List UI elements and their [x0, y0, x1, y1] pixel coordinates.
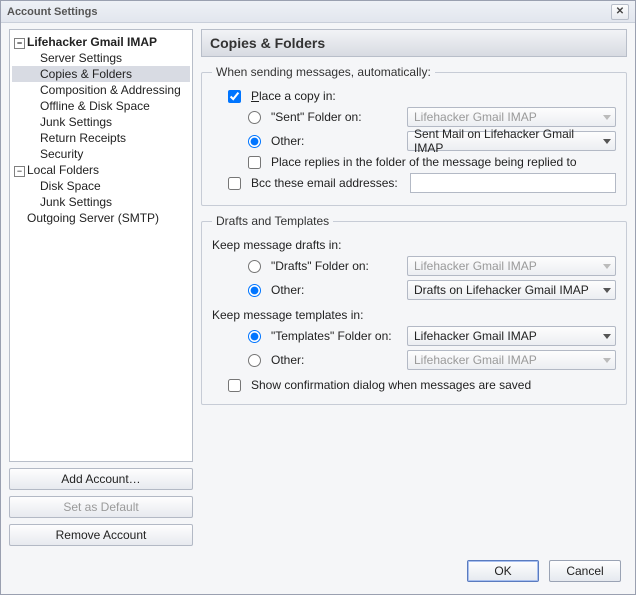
place-replies-checkbox[interactable] [248, 156, 261, 169]
accounts-tree[interactable]: −Lifehacker Gmail IMAPServer SettingsCop… [9, 29, 193, 462]
bcc-checkbox[interactable] [228, 177, 241, 190]
chevron-down-icon [603, 264, 611, 269]
right-column: Copies & Folders When sending messages, … [201, 29, 627, 546]
bcc-input[interactable] [410, 173, 616, 193]
sending-group: When sending messages, automatically: Pl… [201, 65, 627, 206]
tree-item[interactable]: Composition & Addressing [12, 82, 190, 98]
sending-legend: When sending messages, automatically: [212, 65, 435, 79]
tree-account-label: Outgoing Server (SMTP) [27, 211, 159, 225]
templates-other-select: Lifehacker Gmail IMAP [407, 350, 616, 370]
tree-account[interactable]: −Lifehacker Gmail IMAP [12, 34, 190, 50]
tree-item[interactable]: Offline & Disk Space [12, 98, 190, 114]
ok-button[interactable]: OK [467, 560, 539, 582]
tree-account-label: Lifehacker Gmail IMAP [27, 35, 157, 49]
drafts-legend: Drafts and Templates [212, 214, 333, 228]
expander-icon[interactable]: − [14, 38, 25, 49]
drafts-folder-select: Lifehacker Gmail IMAP [407, 256, 616, 276]
chevron-down-icon [603, 139, 611, 144]
footer: OK Cancel [1, 554, 635, 594]
tree-item[interactable]: Copies & Folders [12, 66, 190, 82]
account-settings-window: Account Settings ✕ −Lifehacker Gmail IMA… [0, 0, 636, 595]
titlebar: Account Settings ✕ [1, 1, 635, 23]
templates-folder-select[interactable]: Lifehacker Gmail IMAP [407, 326, 616, 346]
keep-drafts-label: Keep message drafts in: [212, 236, 616, 254]
cancel-button[interactable]: Cancel [549, 560, 621, 582]
sent-other-label: Other: [271, 134, 401, 148]
show-confirm-checkbox[interactable] [228, 379, 241, 392]
bcc-label: Bcc these email addresses: [251, 176, 398, 190]
sent-other-radio[interactable] [248, 135, 261, 148]
place-replies-label: Place replies in the folder of the messa… [271, 155, 577, 169]
set-default-button: Set as Default [9, 496, 193, 518]
drafts-other-label: Other: [271, 283, 401, 297]
drafts-other-radio[interactable] [248, 284, 261, 297]
drafts-other-select[interactable]: Drafts on Lifehacker Gmail IMAP [407, 280, 616, 300]
sent-folder-label: "Sent" Folder on: [271, 110, 401, 124]
place-copy-checkbox[interactable] [228, 90, 241, 103]
tree-item[interactable]: Security [12, 146, 190, 162]
chevron-down-icon [603, 115, 611, 120]
tree-account[interactable]: −Local Folders [12, 162, 190, 178]
templates-folder-label: "Templates" Folder on: [271, 329, 401, 343]
tree-account-label: Local Folders [27, 163, 99, 177]
tree-item[interactable]: Server Settings [12, 50, 190, 66]
show-confirm-label: Show confirmation dialog when messages a… [251, 378, 531, 392]
remove-account-button[interactable]: Remove Account [9, 524, 193, 546]
drafts-folder-radio[interactable] [248, 260, 261, 273]
page-title: Copies & Folders [201, 29, 627, 57]
left-column: −Lifehacker Gmail IMAPServer SettingsCop… [9, 29, 193, 546]
sent-folder-radio[interactable] [248, 111, 261, 124]
templates-folder-radio[interactable] [248, 330, 261, 343]
sent-folder-select: Lifehacker Gmail IMAP [407, 107, 616, 127]
add-account-button[interactable]: Add Account… [9, 468, 193, 490]
keep-templates-label: Keep message templates in: [212, 306, 616, 324]
chevron-down-icon [603, 334, 611, 339]
tree-item[interactable]: Disk Space [12, 178, 190, 194]
templates-other-radio[interactable] [248, 354, 261, 367]
tree-item[interactable]: Junk Settings [12, 194, 190, 210]
chevron-down-icon [603, 358, 611, 363]
close-icon[interactable]: ✕ [611, 4, 629, 20]
sent-other-select[interactable]: Sent Mail on Lifehacker Gmail IMAP [407, 131, 616, 151]
window-title: Account Settings [7, 6, 611, 18]
place-copy-label: Place a copy in: [251, 89, 336, 103]
expander-icon[interactable]: − [14, 166, 25, 177]
tree-account[interactable]: Outgoing Server (SMTP) [12, 210, 190, 226]
templates-other-label: Other: [271, 353, 401, 367]
drafts-group: Drafts and Templates Keep message drafts… [201, 214, 627, 405]
tree-item[interactable]: Return Receipts [12, 130, 190, 146]
chevron-down-icon [603, 288, 611, 293]
drafts-folder-label: "Drafts" Folder on: [271, 259, 401, 273]
tree-item[interactable]: Junk Settings [12, 114, 190, 130]
